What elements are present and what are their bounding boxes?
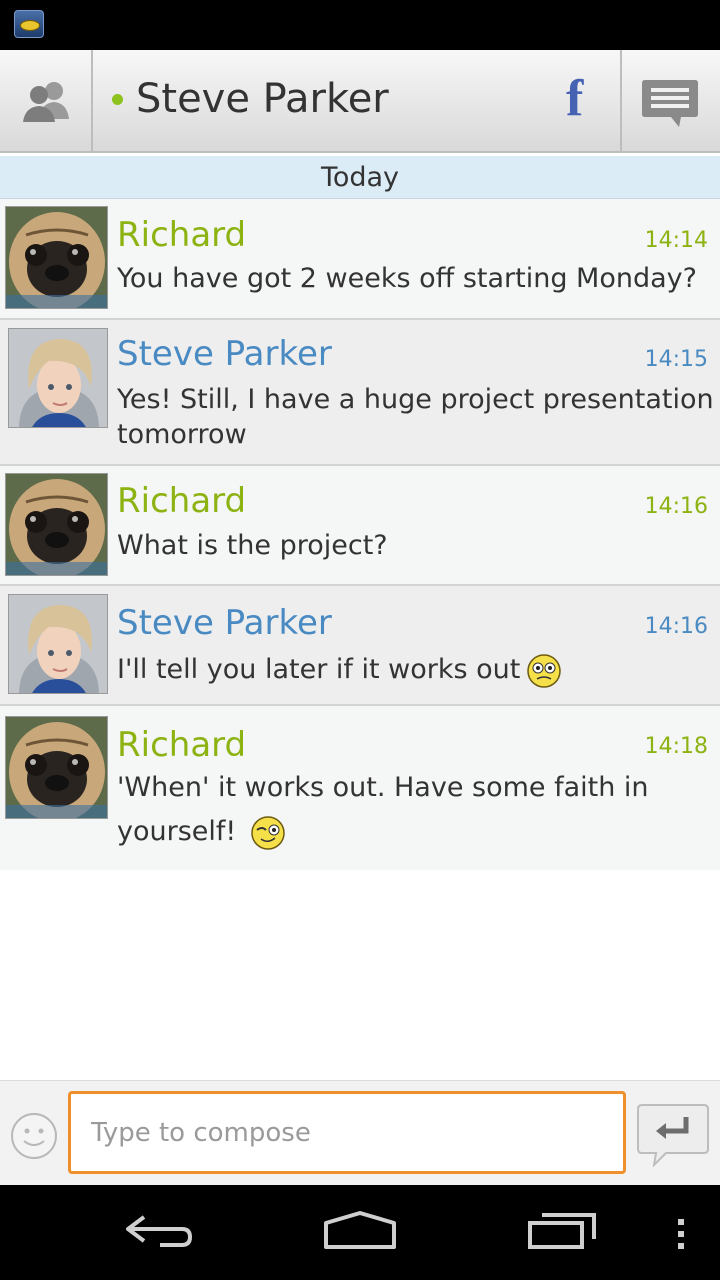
sender-name: Richard — [117, 725, 247, 765]
home-icon[interactable] — [322, 1205, 398, 1255]
winking-smiley-icon — [251, 815, 285, 850]
send-enter-icon[interactable] — [636, 1103, 710, 1167]
message-time: 14:15 — [644, 347, 708, 372]
message-item[interactable]: Richard 14:14 You have got 2 weeks off s… — [0, 199, 720, 320]
date-separator: Today — [0, 156, 720, 199]
contacts-button[interactable] — [0, 50, 93, 151]
message-time: 14:14 — [644, 228, 708, 253]
message-time: 14:16 — [644, 614, 708, 639]
avatar — [5, 206, 108, 309]
message-item[interactable]: Steve Parker 14:16 I'll tell you later i… — [0, 586, 720, 706]
message-text: Yes! Still, I have a huge project presen… — [117, 384, 714, 450]
app-notification-icon — [14, 10, 44, 38]
compose-input[interactable] — [68, 1091, 626, 1174]
message-time: 14:18 — [644, 734, 708, 759]
message-time: 14:16 — [644, 494, 708, 519]
steve-avatar-image — [9, 329, 107, 427]
message-text: You have got 2 weeks off starting Monday… — [117, 263, 697, 294]
message-text-content: I'll tell you later if it works out — [117, 654, 521, 685]
avatar — [5, 716, 108, 819]
overflow-menu-icon[interactable] — [674, 1205, 688, 1255]
message-item[interactable]: Steve Parker 14:15 Yes! Still, I have a … — [0, 320, 720, 466]
back-icon[interactable] — [124, 1205, 196, 1255]
chat-menu-icon[interactable] — [641, 78, 699, 128]
avatar — [8, 328, 108, 428]
system-navigation-bar — [0, 1185, 720, 1280]
message-text: What is the project? — [117, 530, 388, 561]
online-status-indicator — [112, 94, 123, 105]
pug-avatar-image — [6, 474, 107, 575]
message-item[interactable]: Richard 14:18 'When' it works out. Have … — [0, 706, 720, 870]
emoticon-picker-icon[interactable] — [10, 1112, 58, 1160]
contact-name-title: Steve Parker — [136, 76, 389, 122]
header-divider — [620, 50, 622, 151]
sender-name: Steve Parker — [117, 334, 332, 374]
nervous-smiley-icon — [527, 653, 562, 688]
recent-apps-icon[interactable] — [526, 1205, 598, 1255]
avatar — [5, 473, 108, 576]
message-item[interactable]: Richard 14:16 What is the project? — [0, 466, 720, 586]
sender-name: Richard — [117, 215, 247, 255]
sender-name: Steve Parker — [117, 603, 332, 643]
facebook-icon[interactable]: f — [566, 72, 583, 126]
pug-avatar-image — [6, 207, 107, 308]
steve-avatar-image — [9, 595, 107, 693]
contacts-icon — [22, 81, 69, 122]
sender-name: Richard — [117, 481, 247, 521]
message-text: 'When' it works out. Have some faith in … — [117, 766, 697, 854]
message-text-content: 'When' it works out. Have some faith in … — [117, 772, 649, 847]
message-text: I'll tell you later if it works out — [117, 652, 715, 689]
compose-bar — [0, 1080, 720, 1185]
pug-avatar-image — [6, 717, 107, 818]
avatar — [8, 594, 108, 694]
status-bar — [0, 0, 720, 50]
